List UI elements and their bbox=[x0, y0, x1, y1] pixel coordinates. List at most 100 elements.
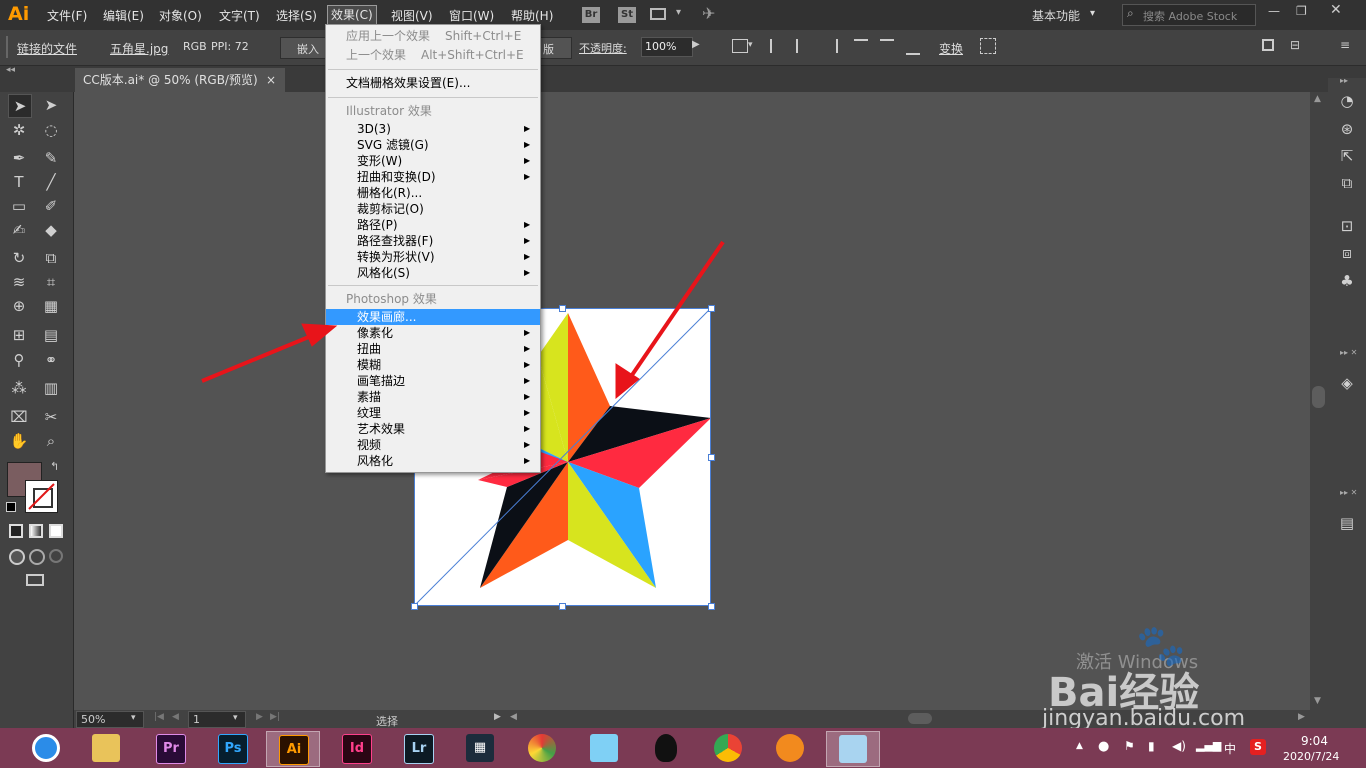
menu-item-illustrator-effect[interactable]: SVG 滤镜(G) ▶ bbox=[326, 137, 540, 153]
menu-item-photoshop-effect[interactable]: 素描 ▶ bbox=[326, 389, 540, 405]
next-artboard-icon[interactable]: ▶ bbox=[256, 712, 263, 722]
taskbar-chrome[interactable] bbox=[702, 731, 754, 765]
isolate-object-icon[interactable] bbox=[980, 38, 996, 54]
magic-wand-tool-icon[interactable]: ✲ bbox=[8, 119, 30, 141]
mesh-tool-icon[interactable]: ⊞ bbox=[8, 324, 30, 346]
zoom-tool-icon[interactable]: ⌕ bbox=[40, 430, 62, 452]
align-to-icon[interactable] bbox=[732, 39, 748, 53]
collapse-toolbox-icon[interactable]: ◂◂ bbox=[6, 65, 15, 75]
close-window-button[interactable]: ✕ bbox=[1330, 2, 1342, 18]
perspective-grid-tool-icon[interactable]: ▦ bbox=[40, 295, 62, 317]
menu-item-photoshop-effect[interactable]: 像素化 ▶ bbox=[326, 325, 540, 341]
last-artboard-icon[interactable]: ▶| bbox=[270, 712, 280, 722]
taskbar-lightroom[interactable]: Lr bbox=[392, 731, 444, 765]
default-colors-icon[interactable] bbox=[6, 502, 16, 512]
taskbar-file-explorer[interactable] bbox=[80, 731, 132, 765]
taskbar-browser-app[interactable] bbox=[20, 731, 72, 765]
stock-search-box[interactable]: ⌕ 搜索 Adobe Stock bbox=[1122, 4, 1256, 26]
stock-button[interactable]: St bbox=[618, 7, 636, 23]
menu-item-photoshop-effect[interactable]: 视频 ▶ bbox=[326, 437, 540, 453]
tray-volume-icon[interactable]: ◀) bbox=[1172, 739, 1186, 753]
pen-tool-icon[interactable]: ✒ bbox=[8, 147, 30, 169]
slice-tool-icon[interactable]: ✂ bbox=[40, 406, 62, 428]
line-tool-icon[interactable]: ╱ bbox=[40, 171, 62, 193]
align-left-icon[interactable] bbox=[770, 39, 786, 53]
arrange-documents-icon[interactable] bbox=[650, 8, 666, 20]
menu-item-photoshop-effect[interactable]: 纹理 ▶ bbox=[326, 405, 540, 421]
transform-link[interactable]: 变换 bbox=[939, 40, 963, 57]
menu-item-illustrator-effect[interactable]: 变形(W) ▶ bbox=[326, 153, 540, 169]
draw-inside-icon[interactable] bbox=[49, 549, 63, 563]
align-hcenter-icon[interactable] bbox=[796, 39, 812, 53]
selection-tool-icon[interactable]: ➤ bbox=[8, 94, 32, 118]
first-artboard-icon[interactable]: |◀ bbox=[154, 712, 164, 722]
symbols-icon[interactable]: ♣ bbox=[1336, 270, 1358, 292]
menu-item-photoshop-effect[interactable]: 扭曲 ▶ bbox=[326, 341, 540, 357]
menu-item-illustrator-effect[interactable]: 风格化(S) ▶ bbox=[326, 265, 540, 281]
export-icon[interactable]: ⇱ bbox=[1336, 145, 1358, 167]
control-options-icon[interactable]: ⊟ bbox=[1290, 38, 1300, 52]
curvature-tool-icon[interactable]: ✎ bbox=[40, 147, 62, 169]
tray-signal-icon[interactable]: ▂▄▆ bbox=[1196, 739, 1221, 752]
align-bottom-icon[interactable] bbox=[906, 39, 920, 55]
resize-handle-bottom-right[interactable] bbox=[708, 603, 715, 610]
menu-item-illustrator-effect[interactable]: 路径查找器(F) ▶ bbox=[326, 233, 540, 249]
transparency-icon[interactable]: ⧉ bbox=[1336, 172, 1358, 194]
opacity-label[interactable]: 不透明度: bbox=[579, 40, 627, 56]
tray-network-error-icon[interactable]: ⚑ bbox=[1124, 739, 1135, 753]
none-mode-icon[interactable] bbox=[49, 524, 63, 538]
shape-builder-tool-icon[interactable]: ⊕ bbox=[8, 295, 30, 317]
horizontal-scroll-left[interactable]: ◀ bbox=[510, 712, 517, 722]
type-tool-icon[interactable]: T bbox=[8, 171, 30, 193]
taskbar-colorful-app[interactable] bbox=[516, 731, 568, 765]
resize-handle-bottom[interactable] bbox=[559, 603, 566, 610]
color-guide-icon[interactable]: ◔ bbox=[1336, 90, 1358, 112]
menu-type[interactable]: 文字(T) bbox=[219, 7, 260, 24]
vertical-scroll-thumb[interactable] bbox=[1312, 386, 1325, 408]
file-name-link[interactable]: 五角星.jpg bbox=[110, 40, 168, 57]
align-panel-icon[interactable]: ⊡ bbox=[1336, 215, 1358, 237]
menu-item-illustrator-effect[interactable]: 扭曲和变换(D) ▶ bbox=[326, 169, 540, 185]
ime-indicator[interactable]: 中 bbox=[1224, 740, 1236, 757]
embed-button[interactable]: 嵌入 bbox=[280, 37, 327, 59]
menu-item-illustrator-effect[interactable]: 路径(P) ▶ bbox=[326, 217, 540, 233]
menu-file[interactable]: 文件(F) bbox=[47, 7, 87, 24]
bridge-button[interactable]: Br bbox=[582, 7, 600, 23]
document-tab[interactable]: CC版本.ai* @ 50% (RGB/预览) × bbox=[75, 68, 285, 92]
workspace-switcher[interactable]: 基本功能 ▾ bbox=[1024, 5, 1108, 25]
close-tab-icon[interactable]: × bbox=[266, 68, 276, 92]
gpu-performance-icon[interactable]: ✈ bbox=[702, 4, 715, 23]
maximize-button[interactable]: ❐ bbox=[1296, 4, 1307, 18]
eraser-tool-icon[interactable]: ◆ bbox=[40, 219, 62, 241]
draw-behind-icon[interactable] bbox=[29, 549, 45, 565]
taskbar-indesign[interactable]: Id bbox=[330, 731, 382, 765]
menu-item-illustrator-effect[interactable]: 裁剪标记(O) bbox=[326, 201, 540, 217]
resize-handle-top[interactable] bbox=[559, 305, 566, 312]
rotate-tool-icon[interactable]: ↻ bbox=[8, 247, 30, 269]
column-graph-tool-icon[interactable]: ▥ bbox=[40, 377, 62, 399]
pathfinder-icon[interactable]: ⧈ bbox=[1336, 242, 1358, 264]
resize-handle-right[interactable] bbox=[708, 454, 715, 461]
resize-handle-top-right[interactable] bbox=[708, 305, 715, 312]
tray-expand-icon[interactable]: ▲ bbox=[1076, 741, 1083, 751]
taskbar-orange-app[interactable] bbox=[764, 731, 816, 765]
minimize-button[interactable]: — bbox=[1268, 4, 1280, 18]
taskbar-video-app[interactable]: ▦ bbox=[454, 731, 506, 765]
warp-tool-icon[interactable]: ≋ bbox=[8, 271, 30, 293]
chevron-down-icon[interactable]: ▾ bbox=[748, 40, 753, 50]
taskbar-notes-app[interactable] bbox=[826, 731, 880, 767]
collapse-panels-icon[interactable]: ▸▸ bbox=[1340, 76, 1348, 85]
zoom-select[interactable]: 50% ▾ bbox=[76, 711, 144, 728]
layers-icon[interactable]: ◈ bbox=[1336, 372, 1358, 394]
chevron-down-icon[interactable]: ▾ bbox=[676, 7, 681, 18]
gradient-tool-icon[interactable]: ▤ bbox=[40, 324, 62, 346]
appearance-icon[interactable]: ⊛ bbox=[1336, 118, 1358, 140]
menu-object[interactable]: 对象(O) bbox=[159, 7, 202, 24]
panel-group-grip[interactable]: ▸▸ ✕ bbox=[1340, 488, 1357, 497]
menu-item-illustrator-effect[interactable]: 栅格化(R)... bbox=[326, 185, 540, 201]
menu-edit[interactable]: 编辑(E) bbox=[103, 7, 144, 24]
taskbar-illustrator[interactable]: Ai bbox=[266, 731, 320, 767]
menu-item-photoshop-effect[interactable]: 模糊 ▶ bbox=[326, 357, 540, 373]
vertical-scrollbar[interactable]: ▲ ▼ bbox=[1310, 92, 1328, 710]
menu-item-illustrator-effect[interactable]: 3D(3) ▶ bbox=[326, 121, 540, 137]
